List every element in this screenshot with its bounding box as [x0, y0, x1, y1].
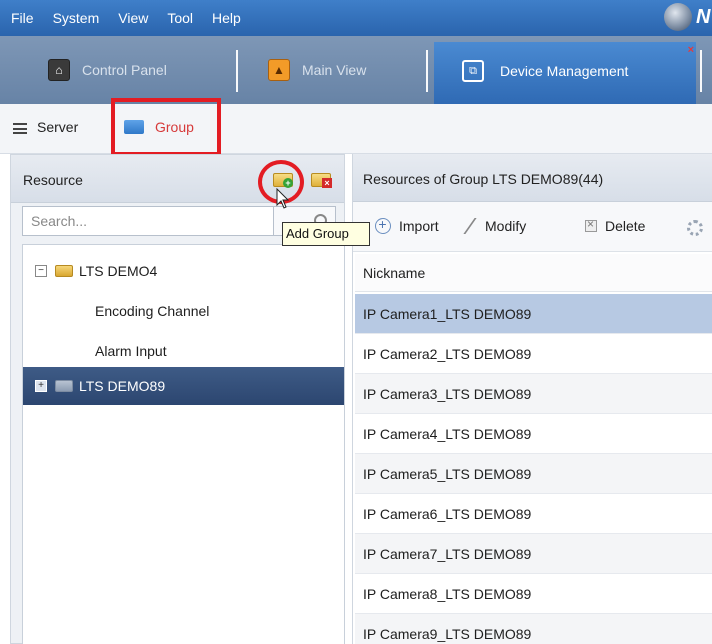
group-resources-panel: Resources of Group LTS DEMO89(44) Import…: [352, 154, 712, 644]
menu-tool[interactable]: Tool: [167, 10, 193, 26]
tab-main-view-label: Main View: [302, 62, 367, 78]
collapse-icon[interactable]: −: [35, 265, 47, 277]
group-resources-header: Resources of Group LTS DEMO89(44): [353, 154, 712, 202]
menu-system[interactable]: System: [53, 10, 100, 26]
device-icon: ⧉: [462, 60, 484, 82]
column-header-nickname[interactable]: Nickname: [355, 254, 712, 292]
tab-device-management-label: Device Management: [500, 63, 629, 79]
delete-icon: [585, 217, 597, 232]
folder-icon: [55, 380, 73, 392]
group-highlight-box: [111, 98, 221, 156]
tab-divider: [426, 50, 428, 92]
table-row[interactable]: IP Camera6_LTS DEMO89: [355, 494, 712, 534]
table-row[interactable]: IP Camera9_LTS DEMO89: [355, 614, 712, 644]
logo-letter: N: [696, 6, 711, 28]
resources-toolbar: Import Modify Delete: [353, 202, 712, 252]
tab-device-management[interactable]: ⧉ Device Management ×: [434, 42, 696, 104]
tree-item-label: Alarm Input: [95, 343, 167, 359]
modify-label: Modify: [485, 218, 527, 234]
menu-bar: File System View Tool Help N: [0, 0, 712, 36]
tree-item-alarm-input[interactable]: Alarm Input: [23, 333, 344, 369]
resource-title: Resource: [23, 172, 83, 188]
expand-icon[interactable]: +: [35, 380, 47, 392]
table-row[interactable]: IP Camera3_LTS DEMO89: [355, 374, 712, 414]
tree-item-lts-demo89[interactable]: + LTS DEMO89: [23, 367, 344, 405]
tree-item-label: Encoding Channel: [95, 303, 210, 319]
mouse-cursor-icon: [276, 188, 290, 209]
app-logo: N: [664, 3, 712, 33]
module-tab-bar: ⌂ Control Panel ▲ Main View ⧉ Device Man…: [0, 36, 712, 104]
delete-label: Delete: [605, 218, 646, 234]
server-tab[interactable]: Server: [37, 119, 78, 135]
tab-control-panel[interactable]: ⌂ Control Panel: [48, 50, 167, 90]
pencil-icon: [463, 218, 483, 234]
globe-icon: [664, 3, 692, 31]
tab-close-icon[interactable]: ×: [688, 44, 694, 56]
resource-tree: − LTS DEMO4 Encoding Channel Alarm Input…: [22, 244, 345, 644]
menu-view[interactable]: View: [118, 10, 148, 26]
modify-button[interactable]: Modify: [463, 218, 526, 234]
group-resources-title: Resources of Group LTS DEMO89(44): [363, 171, 604, 187]
tab-control-panel-label: Control Panel: [82, 62, 167, 78]
menu-file[interactable]: File: [11, 10, 34, 26]
list-icon: [13, 123, 27, 134]
home-icon: ⌂: [48, 59, 70, 81]
table-row[interactable]: IP Camera8_LTS DEMO89: [355, 574, 712, 614]
remove-icon: ×: [322, 178, 332, 188]
tree-item-label: LTS DEMO4: [79, 263, 158, 279]
gear-icon[interactable]: [687, 220, 703, 236]
tab-divider: [236, 50, 238, 92]
monitor-icon: ▲: [268, 59, 290, 81]
search-input[interactable]: [22, 206, 274, 236]
table-row[interactable]: IP Camera4_LTS DEMO89: [355, 414, 712, 454]
import-button[interactable]: Import: [375, 216, 439, 234]
table-row[interactable]: IP Camera7_LTS DEMO89: [355, 534, 712, 574]
add-group-tooltip: Add Group: [282, 222, 370, 246]
sub-toolbar: Server: [0, 104, 712, 154]
delete-button[interactable]: Delete: [585, 217, 646, 234]
import-label: Import: [399, 218, 439, 234]
tab-divider: [700, 50, 702, 92]
table-row[interactable]: IP Camera1_LTS DEMO89: [355, 294, 712, 334]
menu-help[interactable]: Help: [212, 10, 241, 26]
delete-group-button[interactable]: ×: [311, 171, 333, 188]
table-row[interactable]: IP Camera5_LTS DEMO89: [355, 454, 712, 494]
tab-main-view[interactable]: ▲ Main View: [268, 50, 366, 90]
tree-item-label: LTS DEMO89: [79, 378, 166, 394]
import-icon: [375, 216, 391, 234]
table-row[interactable]: IP Camera2_LTS DEMO89: [355, 334, 712, 374]
tree-item-lts-demo4[interactable]: − LTS DEMO4: [23, 253, 344, 289]
tree-item-encoding-channel[interactable]: Encoding Channel: [23, 293, 344, 329]
folder-icon: [55, 265, 73, 277]
